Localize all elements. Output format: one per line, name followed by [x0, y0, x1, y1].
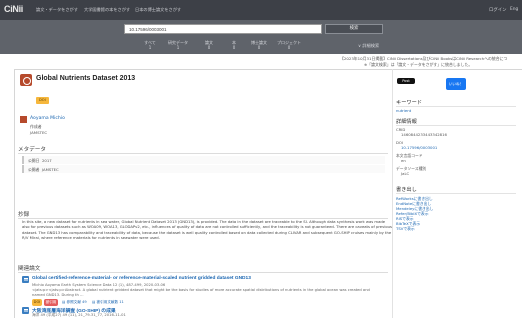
cited-badge[interactable]: 被引用: [44, 299, 58, 306]
related-paper-citation: Michio Aoyama Earth System Science Data …: [32, 283, 166, 287]
advanced-search-label: 詳細検索: [362, 43, 380, 48]
dataset-icon: [20, 74, 32, 86]
related-paper-title[interactable]: Global certified-reference-material- or …: [32, 276, 251, 281]
search-tab-count: 0: [287, 45, 291, 50]
abstract-text: In this site, a new dataset for nutrient…: [22, 220, 393, 241]
doi-link[interactable]: 10.17596/0003001: [401, 145, 437, 150]
tab-search-dissertations[interactable]: 日本の博士論文をさがす: [135, 7, 181, 13]
search-tab-count: 0: [232, 45, 236, 50]
cited-by-link[interactable]: ▤ 被引用文献数 11: [92, 300, 124, 305]
metadata-heading: メタデータ: [18, 147, 46, 153]
document-icon: [22, 307, 29, 314]
references-link[interactable]: ▤ 参照文献 49: [62, 300, 87, 305]
author-affiliation: JAMSTEC: [30, 130, 48, 135]
crid-value: 1460844233443342816: [401, 132, 447, 137]
metadata-value: JAMSTEC: [42, 167, 59, 172]
keyword-heading: キーワード: [396, 100, 422, 106]
metadata-value: 2017: [42, 158, 52, 163]
language-code-value: en: [401, 158, 406, 163]
abstract-heading: 抄録: [18, 212, 30, 218]
sidebar-divider: [392, 69, 393, 318]
tab-search-papers-data[interactable]: 論文・データをさがす: [36, 7, 78, 13]
related-paper-snippet: <jats:p><jats:p>Abstract. A global nutri…: [32, 288, 370, 297]
researcher-icon: [20, 116, 27, 123]
section-divider: [18, 272, 388, 273]
search-input[interactable]: 10.17596/0003001: [124, 24, 322, 34]
search-tab-research-data[interactable]: 研究データ 1: [163, 40, 193, 50]
search-tab-count: 1: [176, 45, 180, 50]
data-source-value: JaLC: [401, 171, 410, 176]
doi-badge: DOI: [36, 97, 49, 104]
login-link[interactable]: ログイン: [489, 7, 507, 13]
search-tab-count: 0: [207, 45, 211, 50]
export-tsv-link[interactable]: TSVで表示: [396, 226, 415, 232]
author-link[interactable]: Aoyama Michio: [30, 116, 65, 121]
related-paper-citation: 海洋 49 (平成27) 49 (11), 21_79-31_77, 2016-…: [32, 313, 126, 317]
announcement-line-2: ※「論文検索」は「論文・データをさがす」に統合しました。: [364, 62, 473, 67]
advanced-search-link[interactable]: ∨ 詳細検索: [358, 43, 379, 49]
document-icon: [22, 276, 29, 283]
section-divider: [18, 153, 388, 154]
search-tab-all[interactable]: すべて 1: [140, 40, 160, 50]
page-title: Global Nutrients Dataset 2013: [36, 75, 136, 82]
keyword-link[interactable]: nutrient: [396, 108, 411, 113]
related-papers-heading: 関連論文: [18, 266, 41, 272]
sidebar-divider-line: [396, 193, 516, 194]
search-tab-dissertations[interactable]: 博士論文 0: [248, 40, 270, 50]
language-code-label: 本文言語コード: [396, 153, 423, 158]
language-switch-link[interactable]: Eng: [510, 7, 518, 12]
search-button[interactable]: 検索: [325, 24, 383, 34]
cinii-logo[interactable]: CiNii: [4, 4, 23, 14]
tab-search-university-books[interactable]: 大学図書館の本をさがす: [84, 7, 130, 13]
search-tab-papers[interactable]: 論文 0: [201, 40, 217, 50]
sidebar-divider-line: [396, 125, 516, 126]
metadata-label: 公開者: [28, 167, 40, 172]
doi-badge[interactable]: DOI: [32, 299, 42, 306]
like-button[interactable]: いいね！: [446, 78, 466, 90]
sidebar-divider-line: [396, 106, 516, 107]
metadata-row: 公開者 JAMSTEC: [22, 165, 385, 173]
export-heading: 書き出し: [396, 187, 417, 193]
details-heading: 詳細情報: [396, 119, 417, 125]
metadata-row: 公開日 2017: [22, 156, 385, 164]
search-tab-count: 1: [148, 45, 152, 50]
search-tab-count: 0: [257, 45, 261, 50]
search-tab-books[interactable]: 本 0: [229, 40, 239, 50]
section-divider: [18, 218, 388, 219]
metadata-label: 公開日: [28, 158, 40, 163]
search-tab-projects[interactable]: プロジェクト 0: [272, 40, 306, 50]
post-button[interactable]: Post: [397, 78, 415, 84]
top-navigation-bar: [0, 0, 522, 20]
